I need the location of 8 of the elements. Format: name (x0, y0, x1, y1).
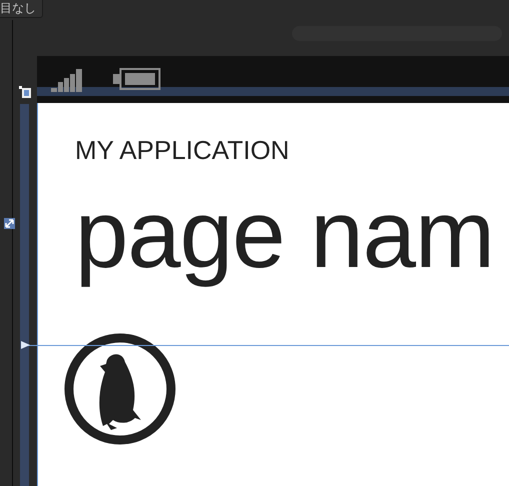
page-title: page nam (75, 180, 495, 290)
tooltip: 目なし (0, 0, 43, 18)
resize-icon[interactable] (4, 218, 15, 229)
penguin-icon (63, 332, 177, 446)
app-title: MY APPLICATION (75, 135, 290, 166)
battery-icon (113, 68, 161, 90)
marker-icon[interactable] (21, 341, 30, 349)
grid-icon[interactable] (19, 86, 31, 98)
